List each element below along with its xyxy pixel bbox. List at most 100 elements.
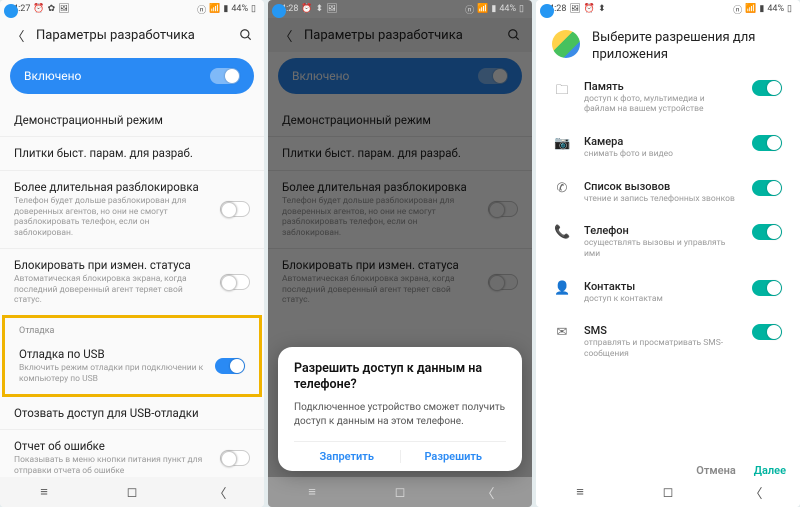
usb-debug-highlight: Отладка Отладка по USB Включить режим от… <box>2 315 262 397</box>
permissions-footer: Отмена Далее <box>696 464 786 477</box>
permission-label: SMS <box>584 324 738 337</box>
nav-bar: ≡ ◻ 〈 <box>536 477 800 507</box>
nav-recents-icon[interactable]: ≡ <box>35 484 53 500</box>
cancel-button[interactable]: Отмена <box>696 464 736 477</box>
signal-icon: ▮ <box>759 4 764 14</box>
item-quick-tiles[interactable]: Плитки быст. парам. для разраб. <box>0 137 264 169</box>
battery-icon: ▯ <box>787 4 792 14</box>
permissions-header: Выберите разрешения для приложения <box>536 18 800 70</box>
nav-bar: ≡ ◻ 〈 <box>268 477 532 507</box>
page-title: Параметры разработчика <box>36 28 228 43</box>
permissions-list: 🗀Памятьдоступ к фото, мультимедиа и файл… <box>536 70 800 477</box>
status-bar: 14:27 ⏰ ✿ 🖼 ⓝ 📶 ▮ 44% ▯ <box>0 0 264 18</box>
nav-back-icon[interactable]: 〈 <box>747 483 765 502</box>
image-status-icon: 🖼 <box>326 4 337 14</box>
image-status-icon: 🖼 <box>569 4 580 14</box>
permissions-title: Выберите разрешения для приложения <box>592 30 784 64</box>
master-toggle[interactable]: Включено <box>10 58 254 94</box>
call-log-icon: ✆ <box>554 181 570 196</box>
master-switch[interactable] <box>210 68 240 84</box>
item-demo-mode[interactable]: Демонстрационный режим <box>0 104 264 136</box>
signal-icon: ▮ <box>223 4 228 14</box>
longer-unlock-switch[interactable] <box>220 201 250 217</box>
nfc-icon: ⓝ <box>465 3 474 16</box>
permission-item[interactable]: ✉ SMSотправлять и просматривать SMS-сообщ… <box>536 314 800 369</box>
battery-text: 44% <box>767 4 784 14</box>
app-icon <box>552 30 580 58</box>
back-icon[interactable]: 〈 <box>10 27 26 43</box>
status-bar: 14:28 ⏰ ⬍ 🖼 ⓝ 📶 ▮ 44% ▯ <box>268 0 532 18</box>
master-toggle-label: Включено <box>24 69 81 83</box>
permission-switch[interactable] <box>752 224 782 240</box>
permission-desc: отправлять и просматривать SMS-сообщения <box>584 338 738 359</box>
phone-3: 14:28 🖼 ⏰ ⬍ ⓝ 📶 ▮ 44% ▯ Выберите разреше… <box>536 0 800 507</box>
usb-access-dialog: Разрешить доступ к данным на телефоне? П… <box>278 347 522 472</box>
signal-icon: ▮ <box>491 4 496 14</box>
next-button[interactable]: Далее <box>754 464 786 477</box>
permission-item[interactable]: 🗀Памятьдоступ к фото, мультимедиа и файл… <box>536 70 800 125</box>
nfc-icon: ⓝ <box>733 3 742 16</box>
step-marker <box>4 4 18 18</box>
item-revoke-usb[interactable]: Отозвать доступ для USB-отладки <box>0 397 264 429</box>
dialog-allow-button[interactable]: Разрешить <box>401 450 507 463</box>
nav-back-icon[interactable]: 〈 <box>211 483 229 502</box>
permission-label: Память <box>584 80 738 93</box>
item-bug-report[interactable]: Отчет об ошибке Показывать в меню кнопки… <box>0 430 264 477</box>
permission-item[interactable]: 📷 Камераснимать фото и видео <box>536 125 800 170</box>
nav-back-icon[interactable]: 〈 <box>479 483 497 502</box>
permission-desc: доступ к контактам <box>584 294 738 305</box>
phone-1: 14:27 ⏰ ✿ 🖼 ⓝ 📶 ▮ 44% ▯ 〈 Параметры разр… <box>0 0 264 507</box>
permission-switch[interactable] <box>752 280 782 296</box>
permission-desc: доступ к фото, мультимедиа и файлам на в… <box>584 94 738 115</box>
step-marker <box>540 4 554 18</box>
nav-home-icon[interactable]: ◻ <box>391 485 409 500</box>
usb-debug-switch[interactable] <box>215 358 245 374</box>
camera-icon: 📷 <box>554 136 570 151</box>
permission-label: Список вызовов <box>584 180 738 193</box>
permission-item[interactable]: 📞 Телефоносуществлять вызовы и управлять … <box>536 214 800 269</box>
alarm-icon: ⏰ <box>33 4 44 14</box>
permission-item[interactable]: 👤 Контактыдоступ к контактам <box>536 270 800 315</box>
sms-icon: ✉ <box>554 325 570 340</box>
dialog-body: Подключенное устройство сможет получить … <box>294 401 506 429</box>
usb-status-icon: ⬍ <box>316 4 324 14</box>
phone-2: 14:28 ⏰ ⬍ 🖼 ⓝ 📶 ▮ 44% ▯ 〈 Параметры разр… <box>268 0 532 507</box>
battery-icon: ▯ <box>519 4 524 14</box>
wifi-icon: 📶 <box>745 4 756 14</box>
phone-icon: 📞 <box>554 225 570 240</box>
block-status-switch[interactable] <box>220 274 250 290</box>
app-bar: 〈 Параметры разработчика <box>0 18 264 52</box>
dialog-title: Разрешить доступ к данным на телефоне? <box>294 361 506 394</box>
usb-status-icon: ⬍ <box>598 4 606 14</box>
item-longer-unlock[interactable]: Более длительная разблокировка Телефон б… <box>0 171 264 248</box>
nav-recents-icon[interactable]: ≡ <box>303 484 321 500</box>
debug-section-header: Отладка <box>5 320 259 338</box>
permission-label: Камера <box>584 135 738 148</box>
nav-recents-icon[interactable]: ≡ <box>571 484 589 500</box>
alarm-icon: ⏰ <box>301 4 312 14</box>
settings-status-icon: ✿ <box>48 4 56 14</box>
battery-icon: ▯ <box>251 4 256 14</box>
wifi-icon: 📶 <box>209 4 220 14</box>
contacts-icon: 👤 <box>554 281 570 296</box>
image-status-icon: 🖼 <box>58 4 69 14</box>
permission-switch[interactable] <box>752 324 782 340</box>
permission-desc: снимать фото и видео <box>584 149 738 160</box>
search-icon[interactable] <box>238 27 254 43</box>
permission-label: Телефон <box>584 224 738 237</box>
battery-text: 44% <box>231 4 248 14</box>
item-usb-debug[interactable]: Отладка по USB Включить режим отладки пр… <box>5 338 259 394</box>
item-block-status[interactable]: Блокировать при измен. статуса Автоматич… <box>0 249 264 315</box>
dialog-deny-button[interactable]: Запретить <box>294 450 400 463</box>
permission-desc: осуществлять вызовы и управлять ими <box>584 238 738 259</box>
nav-home-icon[interactable]: ◻ <box>659 485 677 500</box>
step-marker <box>272 4 286 18</box>
permission-switch[interactable] <box>752 135 782 151</box>
bug-report-switch[interactable] <box>220 450 250 466</box>
nav-home-icon[interactable]: ◻ <box>123 485 141 500</box>
permission-item[interactable]: ✆Список вызововчтение и запись телефонны… <box>536 170 800 215</box>
permission-label: Контакты <box>584 280 738 293</box>
battery-text: 44% <box>499 4 516 14</box>
permission-switch[interactable] <box>752 180 782 196</box>
permission-switch[interactable] <box>752 80 782 96</box>
